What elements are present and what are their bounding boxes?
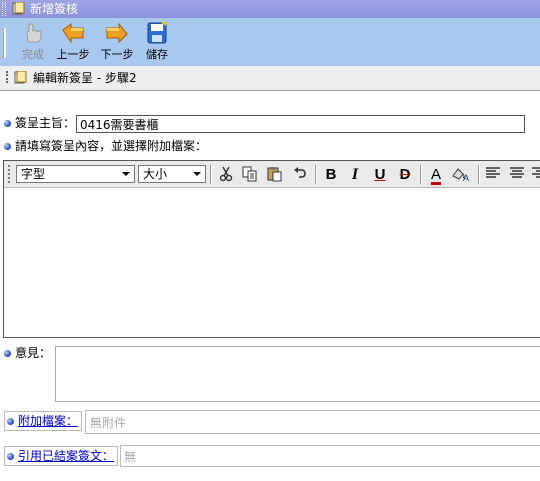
italic-icon[interactable]: I: [346, 166, 364, 184]
bullet-icon: [4, 350, 11, 357]
attachment-link-box[interactable]: 附加檔案：: [4, 411, 82, 431]
toolbar-separator: [210, 165, 212, 184]
back-arrow-icon: [62, 23, 84, 44]
document-icon: [14, 71, 27, 84]
next-step-label: 下一步: [100, 48, 134, 61]
editor-toolbar: 字型 大小 B I U D A A: [4, 161, 540, 188]
bold-icon[interactable]: B: [322, 166, 340, 184]
font-family-value: 字型: [21, 167, 46, 181]
toolbar-separator: [3, 28, 6, 58]
main-toolbar: 完成 上一步 下一步 儲存: [0, 18, 540, 66]
opinion-label: 意見：: [15, 346, 52, 360]
rich-text-editor: 字型 大小 B I U D A A: [3, 160, 540, 338]
save-disk-icon: [147, 22, 167, 44]
subject-input[interactable]: [76, 115, 525, 133]
step-header: 編輯新簽呈 - 步驟2: [0, 66, 540, 91]
attachment-link[interactable]: 附加檔案：: [18, 414, 78, 428]
previous-step-label: 上一步: [56, 48, 90, 61]
svg-text:A: A: [463, 173, 469, 182]
content-label: 請填寫簽呈內容，並選擇附加檔案：: [15, 139, 208, 153]
copy-icon[interactable]: [241, 166, 259, 184]
undo-icon[interactable]: [291, 166, 309, 184]
toolbar-separator: [315, 165, 317, 184]
font-size-value: 大小: [143, 167, 168, 181]
underline-icon[interactable]: U: [371, 166, 389, 184]
document-icon: [12, 2, 25, 15]
save-button-label: 儲存: [146, 48, 168, 61]
window-title: 新增簽核: [30, 2, 79, 16]
paste-icon[interactable]: [266, 166, 284, 184]
cut-icon[interactable]: [217, 166, 235, 184]
bullet-icon: [4, 143, 11, 150]
font-color-icon[interactable]: A: [427, 166, 445, 185]
bullet-icon: [4, 120, 11, 127]
opinion-textarea[interactable]: [55, 346, 540, 402]
toolbar-separator: [478, 165, 480, 184]
bullet-icon: [7, 418, 14, 425]
finish-button[interactable]: 完成: [13, 20, 53, 64]
cite-link-box[interactable]: 引用已結案簽文：: [4, 446, 118, 466]
toolbar-separator: [420, 165, 422, 184]
grip-handle-icon: [2, 2, 6, 16]
align-left-icon[interactable]: [484, 166, 502, 184]
grip-handle-icon: [8, 165, 13, 183]
align-right-icon[interactable]: [531, 166, 540, 184]
strikethrough-icon[interactable]: D: [396, 166, 414, 184]
highlight-icon[interactable]: A: [451, 166, 469, 184]
font-size-select[interactable]: 大小: [138, 165, 206, 183]
subject-label: 簽呈主旨：: [15, 116, 76, 130]
grip-handle-icon: [6, 71, 11, 83]
chevron-down-icon: [193, 172, 201, 176]
attachment-field: 無附件: [85, 410, 540, 434]
step-title: 編輯新簽呈 - 步驟2: [33, 71, 137, 85]
hand-icon: [26, 23, 42, 43]
next-step-button[interactable]: 下一步: [97, 20, 137, 64]
cite-closed-case-link[interactable]: 引用已結案簽文：: [18, 449, 114, 463]
bullet-icon: [7, 453, 14, 460]
save-button[interactable]: 儲存: [137, 20, 177, 64]
editor-content-area[interactable]: [4, 188, 540, 337]
cite-field: 無: [120, 445, 540, 467]
finish-button-label: 完成: [22, 48, 44, 61]
align-center-icon[interactable]: [508, 166, 526, 184]
chevron-down-icon: [122, 172, 130, 176]
window-title-bar: 新增簽核: [0, 0, 540, 18]
forward-arrow-icon: [106, 22, 128, 44]
previous-step-button[interactable]: 上一步: [53, 20, 93, 64]
font-family-select[interactable]: 字型: [16, 165, 135, 183]
